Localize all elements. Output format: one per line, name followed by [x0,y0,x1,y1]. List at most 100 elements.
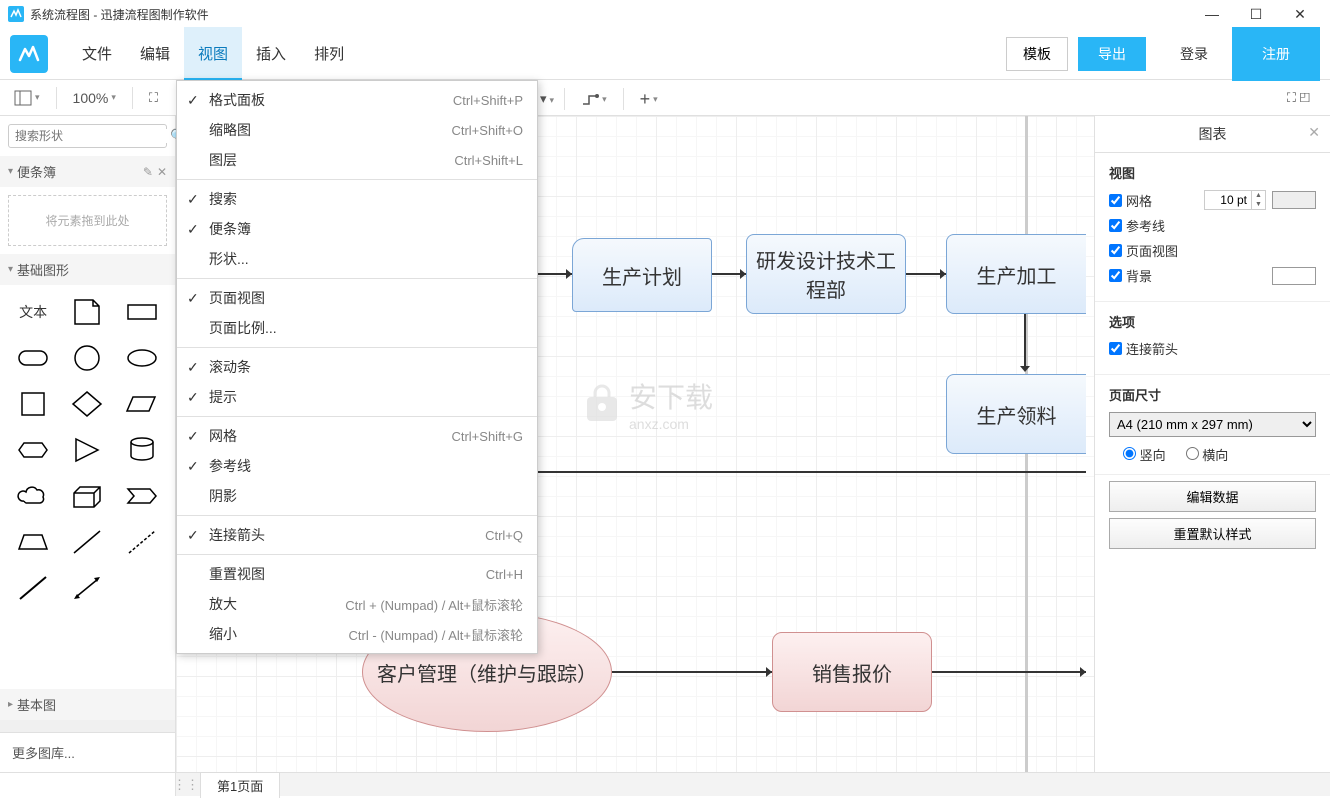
shape-step[interactable] [115,473,169,519]
shape-square[interactable] [6,381,60,427]
dd-grid[interactable]: ✓网格Ctrl+Shift+G [177,421,537,451]
menu-file[interactable]: 文件 [68,27,126,80]
dd-scrollbar[interactable]: ✓滚动条 [177,352,537,382]
shape-circle[interactable] [60,335,114,381]
shape-text[interactable]: 文本 [6,289,60,335]
export-button[interactable]: 导出 [1078,37,1146,71]
template-button[interactable]: 模板 [1006,37,1068,71]
search-input[interactable] [15,129,170,143]
dd-scratchpad[interactable]: ✓便条簿 [177,214,537,244]
shape-document[interactable] [60,289,114,335]
dd-page-view[interactable]: ✓页面视图 [177,283,537,313]
node-plan[interactable]: 生产计划 [572,238,712,312]
pageview-checkbox[interactable]: 页面视图 [1109,241,1178,260]
tabs-drag-handle[interactable]: ⋮⋮ [176,773,196,796]
shape-line[interactable] [60,519,114,565]
shape-rectangle[interactable] [115,289,169,335]
arrow-head-icon [1020,366,1030,372]
menu-insert[interactable]: 插入 [242,27,300,80]
shape-cube[interactable] [60,473,114,519]
node-material-label: 生产领料 [977,400,1057,429]
grid-color-swatch[interactable] [1272,191,1316,209]
node-process-label: 生产加工 [977,260,1057,289]
shape-diamond[interactable] [60,381,114,427]
portrait-radio[interactable]: 竖向 [1123,445,1166,464]
dd-guides[interactable]: ✓参考线 [177,451,537,481]
shape-triangle[interactable] [60,427,114,473]
titlebar: 系统流程图 - 迅捷流程图制作软件 — ☐ ✕ [0,0,1330,28]
zoom-dropdown[interactable]: 100% [67,86,122,110]
menu-arrange[interactable]: 排列 [300,27,358,80]
node-process[interactable]: 生产加工 [946,234,1086,314]
register-button[interactable]: 注册 [1232,27,1320,81]
menubar-right: 模板 导出 登录 注册 [996,27,1320,81]
view-section-title: 视图 [1109,163,1316,182]
close-icon[interactable]: ✕ [157,165,167,179]
basic-shapes-header[interactable]: ▾基础图形 [0,254,175,285]
dd-shadow[interactable]: 阴影 [177,481,537,511]
view-dropdown: ✓格式面板Ctrl+Shift+P 缩略图Ctrl+Shift+O 图层Ctrl… [176,80,538,654]
waypoint-dropdown[interactable] [575,88,613,110]
scratchpad-header[interactable]: ▾便条簿 ✎✕ [0,156,175,187]
shape-trapezoid[interactable] [6,519,60,565]
background-checkbox[interactable]: 背景 [1109,266,1152,285]
background-color-swatch[interactable] [1272,267,1316,285]
shape-parallelogram[interactable] [115,381,169,427]
conn-arrow-checkbox[interactable]: 连接箭头 [1109,339,1178,358]
arrow-head-icon [766,667,772,677]
minimize-button[interactable]: — [1190,0,1234,28]
panel-close-icon[interactable]: ✕ [1308,124,1320,141]
maximize-button[interactable]: ☐ [1234,0,1278,28]
grid-size-input[interactable] [1204,190,1252,210]
add-dropdown[interactable]: + [634,85,664,114]
close-button[interactable]: ✕ [1278,0,1322,28]
zoom-fit-icon[interactable]: ⛶ [143,86,164,110]
menu-view[interactable]: 视图 [184,27,242,80]
dd-layers[interactable]: 图层Ctrl+Shift+L [177,145,537,175]
basic-diagram-header[interactable]: ▸基本图 [0,689,175,720]
sidebar: 🔍 ▾便条簿 ✎✕ 将元素拖到此处 ▾基础图形 文本 [0,116,176,772]
shape-cylinder[interactable] [115,427,169,473]
dd-shapes[interactable]: 形状... [177,244,537,274]
login-button[interactable]: 登录 [1156,37,1232,71]
node-quote[interactable]: 销售报价 [772,632,932,712]
basic-shapes-label: 基础图形 [17,260,69,279]
node-rd-label: 研发设计技术工程部 [751,245,901,303]
edit-icon[interactable]: ✎ [143,165,153,179]
search-box[interactable]: 🔍 [8,124,167,148]
page-size-select[interactable]: A4 (210 mm x 297 mm) [1109,412,1316,437]
reset-style-button[interactable]: 重置默认样式 [1109,518,1316,549]
dd-conn-arrow[interactable]: ✓连接箭头Ctrl+Q [177,520,537,550]
scratchpad-drop-area[interactable]: 将元素拖到此处 [8,195,167,246]
shape-dashed-line[interactable] [115,519,169,565]
shape-hexagon[interactable] [6,427,60,473]
arrow [932,671,1086,673]
page-tab-1[interactable]: 第1页面 [200,772,280,798]
guides-checkbox[interactable]: 参考线 [1109,216,1165,235]
shape-double-arrow[interactable] [60,565,114,611]
more-shapes-button[interactable]: 更多图库... [0,732,175,772]
landscape-radio[interactable]: 横向 [1186,445,1229,464]
tool-unknown[interactable]: ▾ [540,91,554,107]
shape-rounded-rect[interactable] [6,335,60,381]
dd-search[interactable]: ✓搜索 [177,184,537,214]
fullscreen-icon[interactable]: ⛶ ◰ [1281,86,1316,110]
menu-edit[interactable]: 编辑 [126,27,184,80]
shape-cloud[interactable] [6,473,60,519]
grid-checkbox[interactable]: 网格 [1109,191,1152,210]
dd-zoom-in[interactable]: 放大Ctrl + (Numpad) / Alt+鼠标滚轮 [177,589,537,619]
page-layout-dropdown[interactable] [8,86,46,110]
node-material[interactable]: 生产领料 [946,374,1086,454]
node-rd[interactable]: 研发设计技术工程部 [746,234,906,314]
shape-line-2[interactable] [6,565,60,611]
app-logo[interactable] [10,35,48,73]
dd-thumbnail[interactable]: 缩略图Ctrl+Shift+O [177,115,537,145]
dd-page-scale[interactable]: 页面比例... [177,313,537,343]
dd-zoom-out[interactable]: 缩小Ctrl - (Numpad) / Alt+鼠标滚轮 [177,619,537,649]
dd-format-panel[interactable]: ✓格式面板Ctrl+Shift+P [177,85,537,115]
shape-ellipse[interactable] [115,335,169,381]
dd-reset-view[interactable]: 重置视图Ctrl+H [177,559,537,589]
edit-data-button[interactable]: 编辑数据 [1109,481,1316,512]
grid-size-spinner[interactable]: ▲▼ [1252,190,1266,210]
dd-tooltip[interactable]: ✓提示 [177,382,537,412]
